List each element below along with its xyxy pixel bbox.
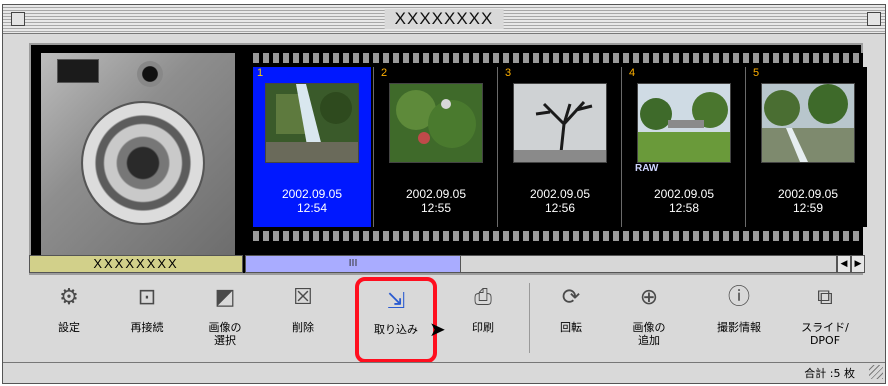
- total-count: 合計 :5 枚: [804, 367, 855, 380]
- tool-label: 画像の 追加: [632, 321, 666, 347]
- frame-date: 2002.09.05: [405, 187, 467, 201]
- frame-time: 12:54: [296, 201, 328, 215]
- film-frame[interactable]: 5 2002.09.05 12:59: [749, 67, 867, 227]
- scroll-right-button[interactable]: ▶: [851, 255, 865, 273]
- print-button[interactable]: ⎙ 印刷: [447, 277, 519, 363]
- import-icon: ⇲: [386, 289, 406, 314]
- filmstrip: 1 2002.09.05 12:54 2 2002.09.05 12:55 3 …: [249, 53, 867, 255]
- tool-label: 取り込み: [374, 323, 418, 336]
- select-image-button[interactable]: ◩ 画像の 選択: [189, 277, 261, 363]
- frame-divider: [621, 67, 622, 227]
- tool-label: 削除: [292, 321, 314, 334]
- reconnect-button[interactable]: ⊡ 再接続: [111, 277, 183, 363]
- slideshow-dpof-icon: ⧉: [817, 285, 833, 310]
- frame-time: 12:56: [544, 201, 576, 215]
- film-frame[interactable]: 3 2002.09.05 12:56: [501, 67, 619, 227]
- window-title: XXXXXXXX: [384, 9, 504, 29]
- camera-viewfinder: [137, 61, 163, 87]
- rotate-button[interactable]: ⟳ 回転: [535, 277, 607, 363]
- frame-number: 4: [629, 67, 636, 79]
- film-frame[interactable]: 2 2002.09.05 12:55: [377, 67, 495, 227]
- shooting-info-button[interactable]: ⓘ 撮影情報: [703, 277, 775, 363]
- frame-number: 3: [505, 67, 512, 79]
- frame-number: 1: [257, 67, 264, 79]
- tool-label: 撮影情報: [717, 321, 761, 334]
- add-image-icon: ⊕: [639, 285, 659, 310]
- title-bar[interactable]: XXXXXXXX: [3, 5, 885, 34]
- frame-thumbnail: [637, 83, 731, 163]
- delete-button[interactable]: ☒ 削除: [267, 277, 339, 363]
- shooting-info-icon: ⓘ: [727, 285, 750, 310]
- film-sprockets-top: [249, 53, 863, 63]
- frame-time: 12:55: [420, 201, 452, 215]
- camera-name-bar: XXXXXXXX: [29, 255, 243, 273]
- frame-thumbnail: [265, 83, 359, 163]
- frame-number: 2: [381, 67, 388, 79]
- film-sprockets-bottom: [249, 231, 863, 241]
- camera-lens: [81, 101, 205, 225]
- frame-thumbnail: [513, 83, 607, 163]
- select-image-icon: ◩: [214, 285, 236, 310]
- reconnect-icon: ⊡: [137, 285, 157, 310]
- status-bar: 合計 :5 枚: [3, 362, 885, 383]
- frame-date: 2002.09.05: [529, 187, 591, 201]
- frame-date: 2002.09.05: [777, 187, 839, 201]
- frame-date: 2002.09.05: [281, 187, 343, 201]
- frame-thumbnail: [389, 83, 483, 163]
- scroll-thumb[interactable]: III: [246, 256, 461, 272]
- import-button[interactable]: ⇲ 取り込み: [355, 277, 437, 363]
- tool-label: 印刷: [472, 321, 494, 334]
- frame-date: 2002.09.05: [653, 187, 715, 201]
- slideshow-dpof-button[interactable]: ⧉ スライド/ DPOF: [789, 277, 861, 363]
- viewer-panel: 1 2002.09.05 12:54 2 2002.09.05 12:55 3 …: [29, 43, 867, 275]
- frame-thumbnail: [761, 83, 855, 163]
- scroll-left-button[interactable]: ◀: [837, 255, 851, 273]
- close-box[interactable]: [11, 12, 25, 26]
- mouse-pointer-icon: ➤: [429, 317, 446, 341]
- print-icon: ⎙: [474, 285, 492, 310]
- frame-number: 5: [753, 67, 760, 79]
- settings-button[interactable]: ⚙ 設定: [33, 277, 105, 363]
- frame-divider: [497, 67, 498, 227]
- zoom-box[interactable]: [867, 12, 881, 26]
- tool-label: 設定: [58, 321, 80, 334]
- toolbar-separator: [529, 283, 530, 353]
- tool-label: 画像の 選択: [208, 321, 242, 347]
- filmstrip-scrollbar[interactable]: III: [245, 255, 837, 273]
- camera-image: [41, 53, 235, 255]
- film-frame[interactable]: 4 RAW 2002.09.05 12:58: [625, 67, 743, 227]
- film-frame[interactable]: 1 2002.09.05 12:54: [253, 67, 371, 227]
- tool-label: 回転: [560, 321, 582, 334]
- frame-divider: [745, 67, 746, 227]
- tool-label: スライド/ DPOF: [801, 321, 849, 347]
- rotate-icon: ⟳: [561, 285, 581, 310]
- tool-label: 再接続: [130, 321, 164, 334]
- raw-badge: RAW: [635, 163, 659, 174]
- camera-window: XXXXXXXX 1 2002.09.05 12:54 2 2002.09.05…: [2, 4, 886, 384]
- frame-divider: [373, 67, 374, 227]
- frame-time: 12:59: [792, 201, 824, 215]
- camera-flash: [57, 59, 99, 83]
- delete-icon: ☒: [293, 285, 313, 310]
- resize-grip[interactable]: [869, 365, 883, 379]
- settings-icon: ⚙: [59, 285, 79, 310]
- add-image-button[interactable]: ⊕ 画像の 追加: [613, 277, 685, 363]
- frame-time: 12:58: [668, 201, 700, 215]
